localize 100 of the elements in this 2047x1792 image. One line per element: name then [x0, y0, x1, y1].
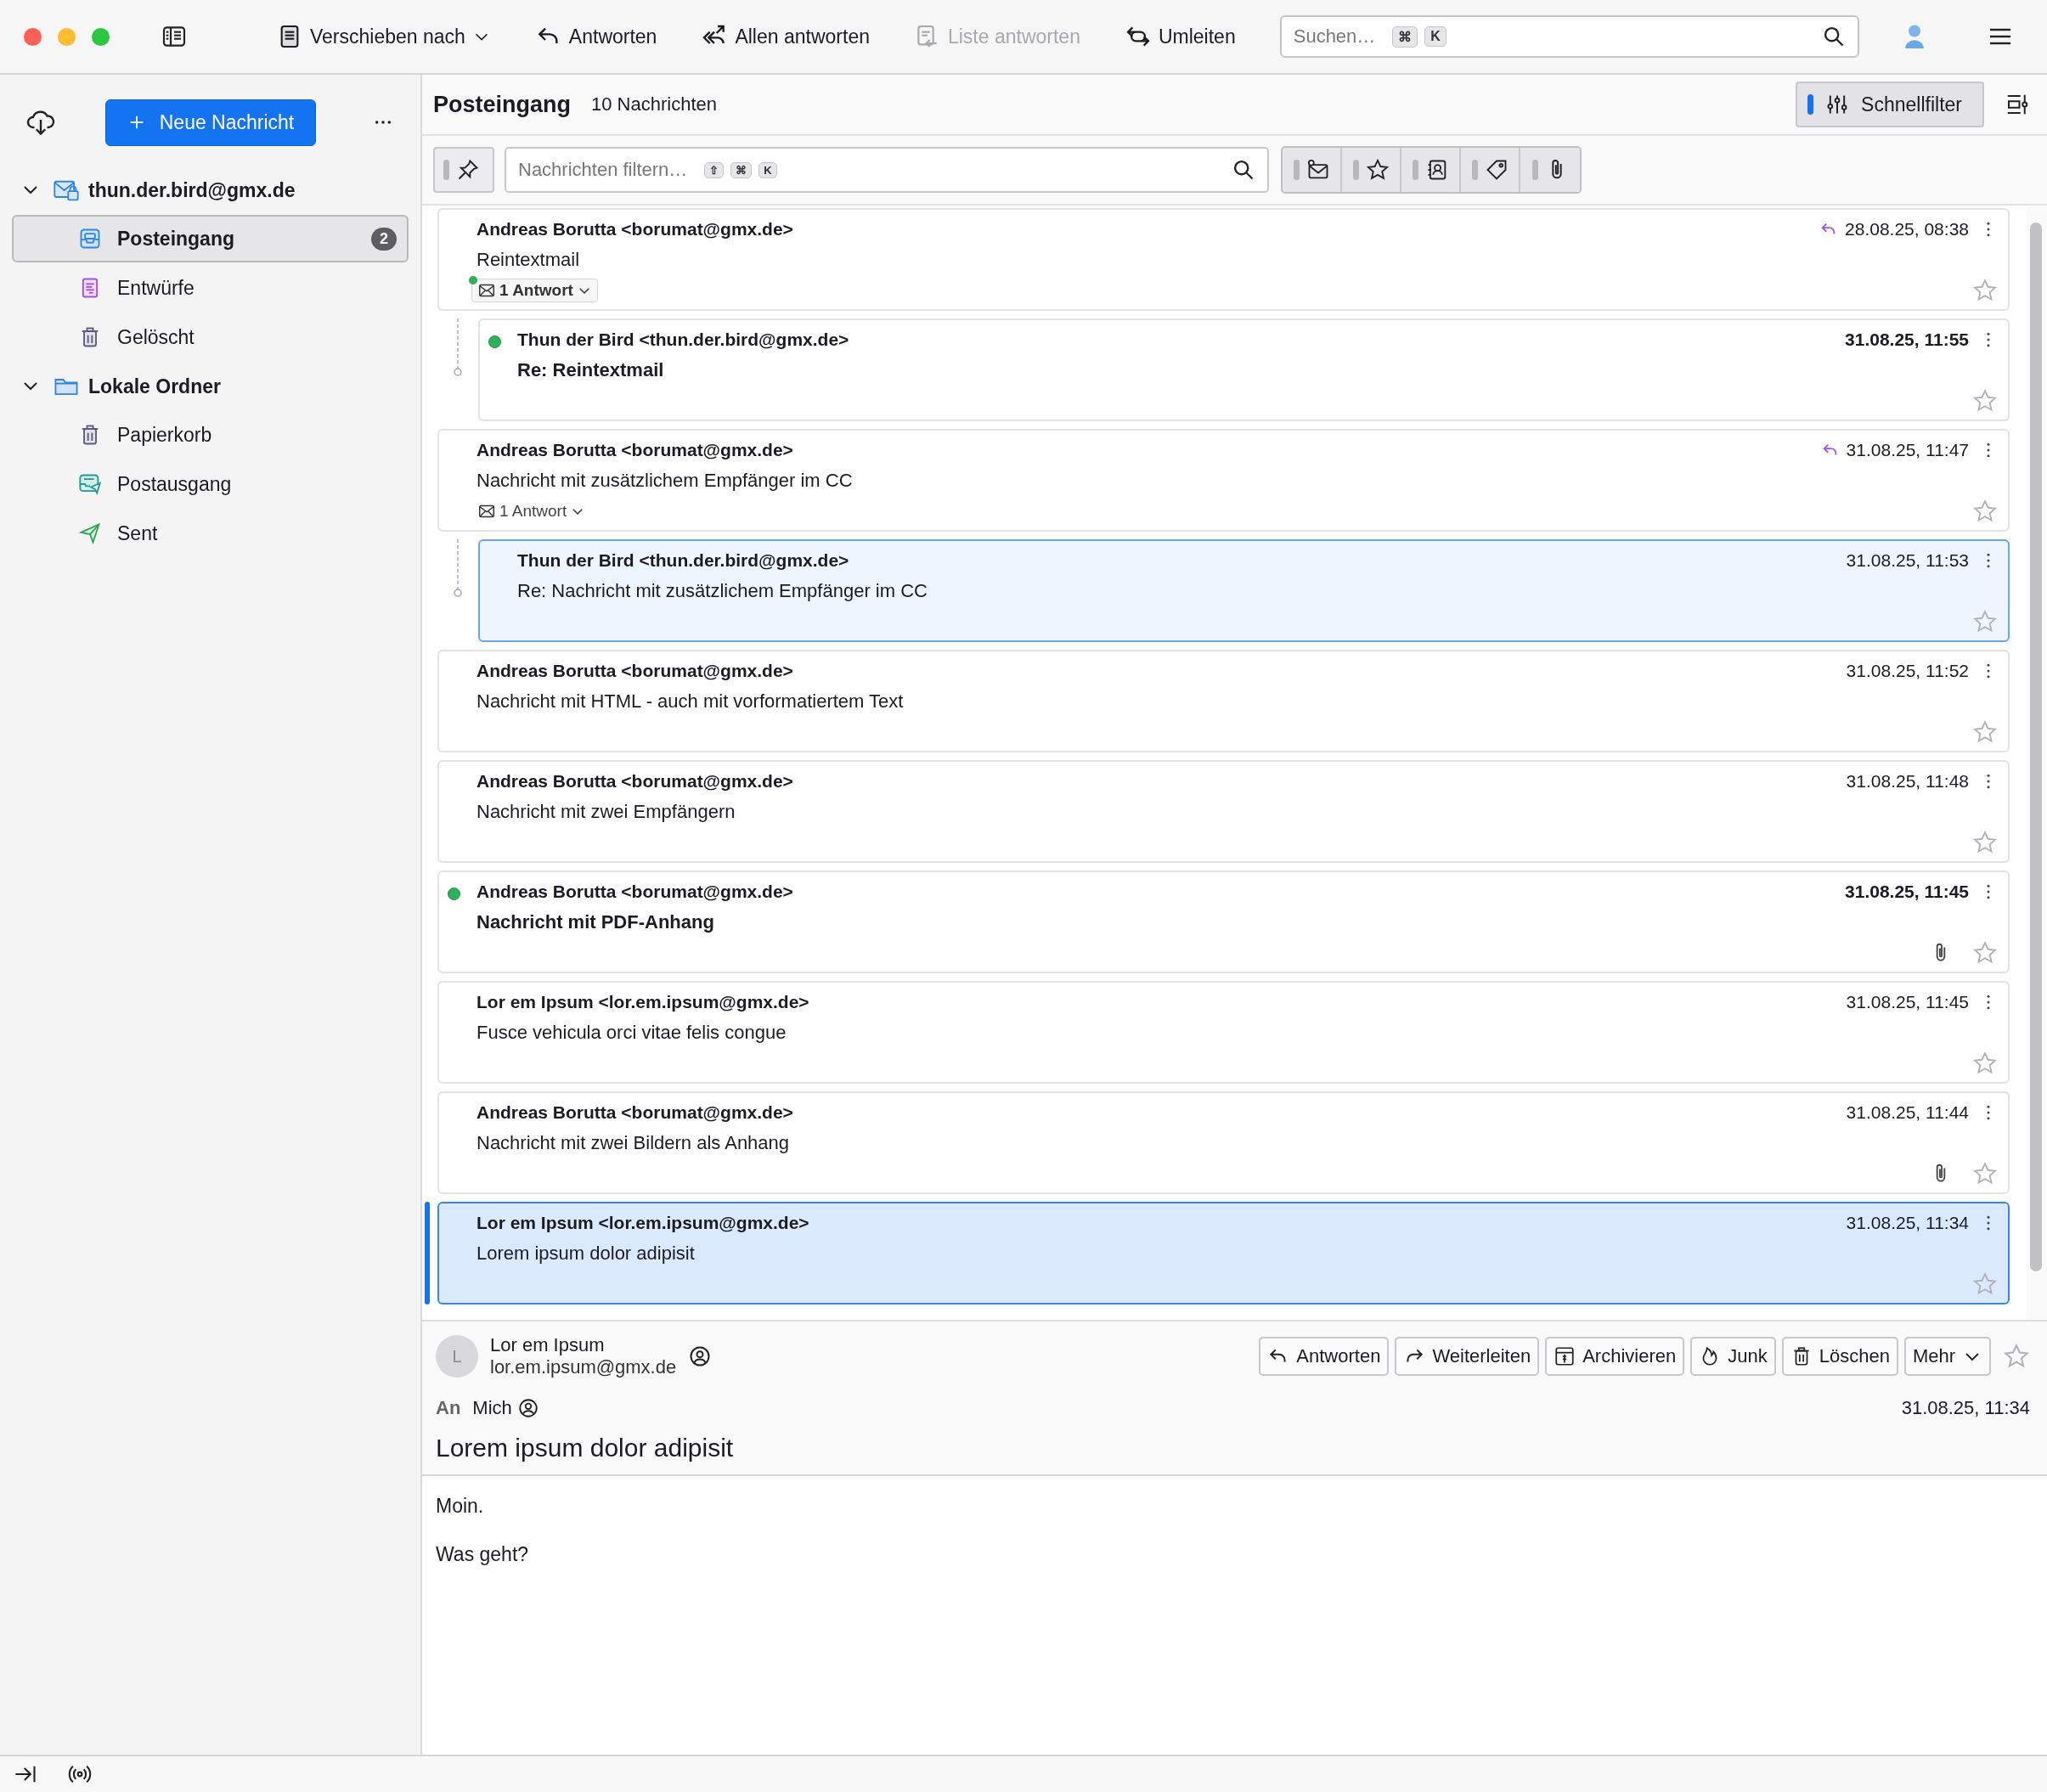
account-item[interactable]: Lokale Ordner — [0, 363, 420, 410]
toggle-indicator — [1531, 160, 1538, 180]
more-options-icon[interactable] — [1986, 662, 1991, 679]
more-options-icon[interactable] — [1986, 221, 1991, 238]
star-icon[interactable] — [1972, 388, 1998, 414]
message-action-button[interactable]: Antworten — [1259, 1337, 1390, 1376]
toolbar-button[interactable]: Verschieben nach — [273, 18, 494, 55]
thread-line — [452, 318, 464, 378]
message-action-button[interactable]: Löschen — [1781, 1337, 1898, 1376]
account-item[interactable]: thun.der.bird@gmx.de — [0, 166, 420, 214]
toggle-indicator — [1412, 160, 1418, 180]
message-card[interactable]: Andreas Borutta <borumat@gmx.de> 28.08.25, 08:38 Reintextmail 1 Antwort — [437, 208, 2010, 311]
star-icon[interactable] — [1972, 609, 1998, 634]
contact-icon[interactable] — [516, 1397, 539, 1419]
folder-item[interactable]: Posteingang 2 — [12, 215, 409, 262]
replies-button[interactable]: 1 Antwort — [471, 499, 592, 523]
toolbar-button[interactable]: Allen antworten — [697, 18, 873, 55]
sender-avatar: L — [436, 1335, 478, 1378]
quick-filter-button[interactable]: Schnellfilter — [1796, 82, 1984, 127]
message-card[interactable]: Thun der Bird <thun.der.bird@gmx.de> 31.08.25, 11:55 Re: Reintextmail — [478, 318, 2010, 421]
message-date: 31.08.25, 11:45 — [1846, 992, 1969, 1012]
toggle-indicator — [443, 160, 449, 180]
toggle-indicator — [1471, 160, 1478, 180]
filter-toggle-button[interactable] — [1342, 148, 1401, 192]
message-action-button[interactable]: Weiterleiten — [1395, 1337, 1540, 1376]
replies-button[interactable]: 1 Antwort — [471, 279, 598, 302]
star-icon[interactable] — [1972, 1051, 1998, 1076]
envelope-lock-icon — [53, 178, 80, 202]
sender-name: Lor em Ipsum — [490, 1334, 606, 1356]
keyboard-key: K — [758, 161, 777, 178]
star-icon[interactable] — [1972, 278, 1998, 303]
message-sender: Lor em Ipsum <lor.em.ipsum@gmx.de> — [477, 1213, 809, 1233]
message-date: 31.08.25, 11:53 — [1846, 550, 1969, 571]
message-card[interactable]: Andreas Borutta <borumat@gmx.de> 31.08.25, 11:45 Nachricht mit PDF-Anhang — [437, 871, 2010, 973]
message-action-button[interactable]: Mehr — [1903, 1337, 1991, 1376]
toolbar-button[interactable]: Umleiten — [1120, 18, 1239, 55]
inbox-icon — [78, 227, 102, 251]
star-icon[interactable] — [1972, 830, 1998, 855]
message-card[interactable]: Andreas Borutta <borumat@gmx.de> 31.08.25, 11:52 Nachricht mit HTML - auch mit vorformatiertem Text — [437, 650, 2010, 752]
keyboard-key: ⇧ — [704, 161, 725, 178]
more-options-icon[interactable] — [1986, 1104, 1991, 1121]
message-card[interactable]: Lor em Ipsum <lor.em.ipsum@gmx.de> 31.08.25, 11:45 Fusce vehicula orci vitae felis congue — [437, 981, 2010, 1084]
message-sender: Andreas Borutta <borumat@gmx.de> — [477, 219, 793, 239]
message-card[interactable]: Thun der Bird <thun.der.bird@gmx.de> 31.08.25, 11:53 Re: Nachricht mit zusätzlichem Empfänger im CC — [478, 539, 2010, 642]
message-card[interactable]: Andreas Borutta <borumat@gmx.de> 31.08.25, 11:47 Nachricht mit zusätzlichem Empfänger im CC 1 Antwort — [437, 429, 2010, 532]
more-options-icon[interactable] — [1986, 442, 1991, 459]
keyboard-key: ⌘ — [1392, 25, 1418, 48]
folder-item[interactable]: Sent — [12, 510, 409, 557]
more-options-icon[interactable] — [1986, 773, 1991, 790]
message-subject: Lorem ipsum dolor adipisit — [477, 1242, 696, 1265]
message-subject: Nachricht mit zwei Bildern als Anhang — [477, 1131, 791, 1155]
folder-item[interactable]: Gelöscht — [12, 313, 409, 361]
search-field[interactable]: Suchen… ⌘ K — [1279, 15, 1859, 58]
star-icon[interactable] — [1972, 1161, 1998, 1186]
folder-item[interactable]: Papierkorb — [12, 411, 409, 459]
star-icon[interactable] — [1972, 1271, 1998, 1297]
pin-icon — [456, 158, 480, 182]
toggle-indicator — [1293, 160, 1300, 180]
more-options-icon[interactable] — [1986, 552, 1991, 569]
more-options-icon[interactable] — [1986, 883, 1991, 900]
message-card[interactable]: Lor em Ipsum <lor.em.ipsum@gmx.de> 31.08.25, 11:34 Lorem ipsum dolor adipisit — [437, 1202, 2010, 1305]
more-options-icon[interactable] — [1986, 994, 1991, 1011]
message-date: 31.08.25, 11:45 — [1845, 882, 1969, 902]
folder-item[interactable]: Postausgang — [12, 460, 409, 508]
more-options-icon[interactable] — [374, 119, 392, 126]
message-date: 31.08.25, 11:34 — [1846, 1213, 1969, 1233]
message-date: 31.08.25, 11:34 — [1901, 1397, 2030, 1419]
star-icon[interactable] — [1972, 940, 1998, 966]
filter-field[interactable]: Nachrichten filtern… ⇧ ⌘ K — [505, 147, 1269, 193]
star-icon[interactable] — [2003, 1343, 2030, 1370]
pin-filter-button[interactable] — [433, 147, 494, 193]
more-options-icon[interactable] — [1986, 1214, 1991, 1231]
message-action-button[interactable]: Junk — [1690, 1337, 1776, 1376]
message-count: 10 Nachrichten — [591, 93, 717, 116]
folder-item[interactable]: Entwürfe — [12, 264, 409, 312]
message-subject: Re: Nachricht mit zusätzlichem Empfänger im CC — [517, 579, 928, 603]
filter-toggle-button[interactable] — [1401, 148, 1461, 192]
recipient-name: Mich — [472, 1397, 512, 1419]
toolbar-button[interactable]: Antworten — [531, 18, 661, 55]
message-card[interactable]: Andreas Borutta <borumat@gmx.de> 31.08.25, 11:48 Nachricht mit zwei Empfängern — [437, 760, 2010, 863]
filter-toggle-button[interactable] — [1283, 148, 1342, 192]
filter-toggle-button[interactable] — [1461, 148, 1520, 192]
filter-toggle-button[interactable] — [1520, 148, 1580, 192]
star-icon[interactable] — [1972, 719, 1998, 745]
close-window-button[interactable] — [24, 27, 42, 46]
message-date: 31.08.25, 11:48 — [1846, 771, 1969, 792]
message-subject: Nachricht mit HTML - auch mit vorformatiertem Text — [477, 690, 905, 713]
keyboard-key: ⌘ — [730, 161, 753, 178]
message-date: 31.08.25, 11:55 — [1845, 330, 1969, 350]
more-options-icon[interactable] — [1986, 331, 1991, 348]
star-icon[interactable] — [1972, 499, 1998, 524]
message-action-button[interactable]: Archivieren — [1545, 1337, 1685, 1376]
message-sender: Thun der Bird <thun.der.bird@gmx.de> — [517, 550, 849, 571]
scrollbar[interactable] — [2027, 206, 2047, 1320]
folder-title: Posteingang — [433, 91, 571, 118]
message-card[interactable]: Andreas Borutta <borumat@gmx.de> 31.08.25, 11:44 Nachricht mit zwei Bildern als Anhang — [437, 1091, 2010, 1194]
message-sender: Andreas Borutta <borumat@gmx.de> — [477, 661, 793, 681]
paper-plane-icon — [78, 521, 102, 545]
new-message-button[interactable]: Neue Nachricht — [105, 99, 316, 146]
toggle-indicator — [1352, 160, 1359, 180]
